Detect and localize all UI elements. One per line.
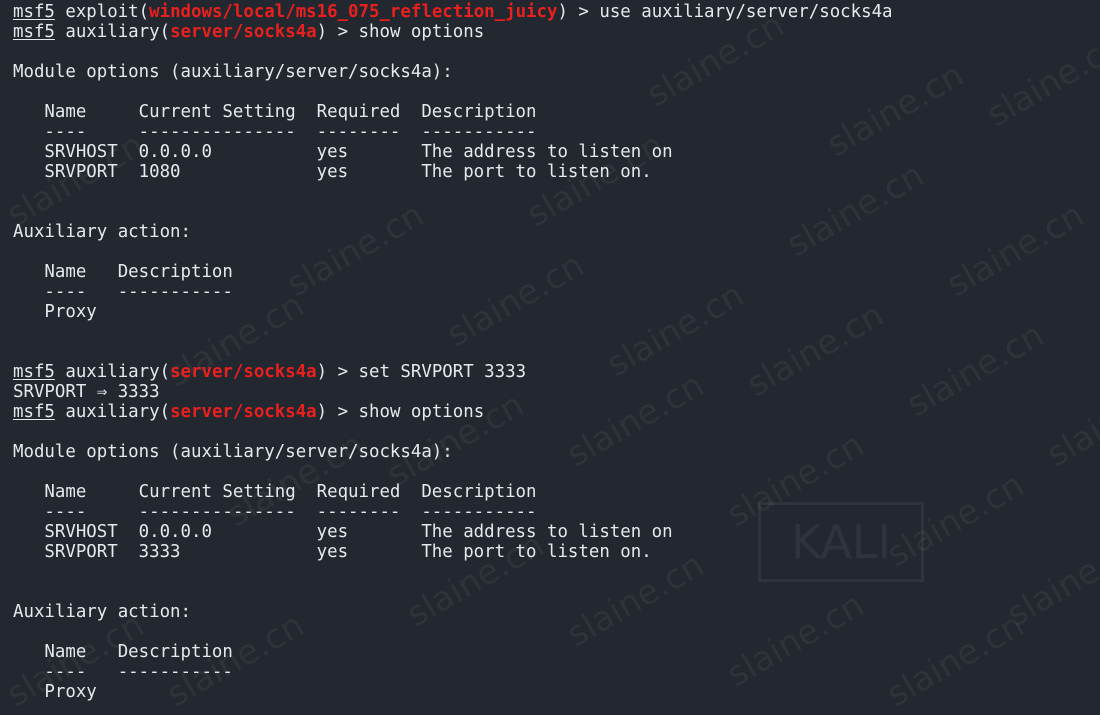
msf-prompt: msf5 xyxy=(13,22,55,42)
terminal-line: ---- --------------- -------- ----------… xyxy=(13,122,893,142)
terminal-line: msf5 auxiliary(server/socks4a) > show op… xyxy=(13,402,893,422)
terminal-text: auxiliary( xyxy=(54,362,171,382)
terminal-text: ) > show options xyxy=(316,402,485,422)
terminal-line: ---- ----------- xyxy=(13,282,893,302)
terminal-text: auxiliary( xyxy=(54,402,171,422)
terminal-text: ---- ----------- xyxy=(13,282,233,302)
terminal-line: SRVPORT ⇒ 3333 xyxy=(13,382,893,402)
terminal-text: Auxiliary action: xyxy=(13,222,191,242)
module-name: server/socks4a xyxy=(170,22,317,42)
terminal-line: Module options (auxiliary/server/socks4a… xyxy=(13,62,893,82)
terminal-line: ---- ----------- xyxy=(13,662,893,682)
watermark-text: slaine.cn xyxy=(900,314,1051,426)
terminal-line: Module options (auxiliary/server/socks4a… xyxy=(13,442,893,462)
terminal-text: ---- --------------- -------- ----------… xyxy=(13,502,537,522)
terminal-text: Module options (auxiliary/server/socks4a… xyxy=(13,62,453,82)
terminal-line: Auxiliary action: xyxy=(13,222,893,242)
msf-prompt: msf5 xyxy=(13,362,55,382)
terminal-line: msf5 auxiliary(server/socks4a) > show op… xyxy=(13,22,893,42)
terminal-output[interactable]: msf5 exploit(windows/local/ms16_075_refl… xyxy=(13,2,893,702)
terminal-line: Name Current Setting Required Descriptio… xyxy=(13,102,893,122)
terminal-line: Name Description xyxy=(13,262,893,282)
msf-prompt: msf5 xyxy=(13,2,55,22)
terminal-text: Proxy xyxy=(13,682,97,702)
terminal-line: Name Description xyxy=(13,642,893,662)
terminal-text: ) > show options xyxy=(316,22,485,42)
watermark-text: slaine.cn xyxy=(980,24,1100,136)
terminal-text: ) > use auxiliary/server/socks4a xyxy=(557,2,893,22)
terminal-text: ---- --------------- -------- ----------… xyxy=(13,122,537,142)
terminal-text: auxiliary( xyxy=(54,22,171,42)
terminal-text: SRVPORT ⇒ 3333 xyxy=(13,382,160,402)
msf-prompt: msf5 xyxy=(13,402,55,422)
terminal-text: Name Description xyxy=(13,262,233,282)
terminal-line: Auxiliary action: xyxy=(13,602,893,622)
terminal-line: msf5 auxiliary(server/socks4a) > set SRV… xyxy=(13,362,893,382)
terminal-text: Name Current Setting Required Descriptio… xyxy=(13,482,537,502)
terminal-line: Proxy xyxy=(13,682,893,702)
terminal-text: Module options (auxiliary/server/socks4a… xyxy=(13,442,453,462)
terminal-line: Proxy xyxy=(13,302,893,322)
watermark-text: slaine.cn xyxy=(940,194,1091,306)
watermark-text: slaine.cn xyxy=(1040,364,1100,476)
terminal-text: ) > set SRVPORT 3333 xyxy=(316,362,527,382)
terminal-text: SRVHOST 0.0.0.0 yes The address to liste… xyxy=(13,522,673,542)
terminal-line: SRVHOST 0.0.0.0 yes The address to liste… xyxy=(13,142,893,162)
terminal-line: SRVPORT 3333 yes The port to listen on. xyxy=(13,542,893,562)
terminal-text: Auxiliary action: xyxy=(13,602,191,622)
terminal-text: SRVHOST 0.0.0.0 yes The address to liste… xyxy=(13,142,673,162)
terminal-line: ---- --------------- -------- ----------… xyxy=(13,502,893,522)
terminal-line: Name Current Setting Required Descriptio… xyxy=(13,482,893,502)
module-name: server/socks4a xyxy=(170,402,317,422)
terminal-text: Name Current Setting Required Descriptio… xyxy=(13,102,537,122)
terminal-text: ---- ----------- xyxy=(13,662,233,682)
module-name: windows/local/ms16_075_reflection_juicy xyxy=(149,2,558,22)
terminal-line: SRVHOST 0.0.0.0 yes The address to liste… xyxy=(13,522,893,542)
watermark-text: slaine.cn xyxy=(1000,524,1100,636)
terminal-text: SRVPORT 1080 yes The port to listen on. xyxy=(13,162,652,182)
terminal-line: SRVPORT 1080 yes The port to listen on. xyxy=(13,162,893,182)
terminal-text: Name Description xyxy=(13,642,233,662)
module-name: server/socks4a xyxy=(170,362,317,382)
terminal-text: exploit( xyxy=(54,2,150,22)
terminal-text: SRVPORT 3333 yes The port to listen on. xyxy=(13,542,652,562)
terminal-text: Proxy xyxy=(13,302,97,322)
terminal-line: msf5 exploit(windows/local/ms16_075_refl… xyxy=(13,2,893,22)
watermark-text: slaine.cn xyxy=(880,604,1031,715)
